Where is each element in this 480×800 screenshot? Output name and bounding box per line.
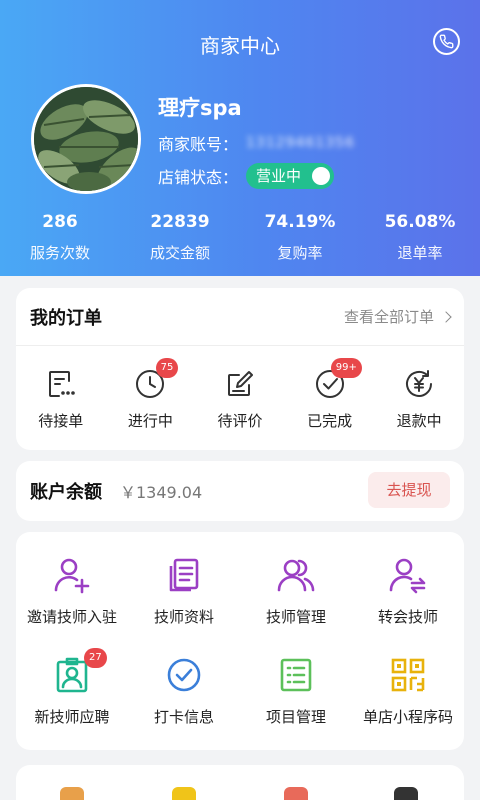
header: 商家中心 理疗spa 商家账号： 13129461356 店铺状态： 营业中 2…	[0, 0, 480, 276]
order-in-progress[interactable]: 75 进行中	[106, 358, 196, 431]
order-status-label: 退款中	[396, 412, 442, 430]
stat-label: 成交金额	[149, 244, 210, 262]
shop-icon[interactable]	[284, 787, 308, 800]
stat-label: 复购率	[277, 244, 323, 262]
avatar[interactable]	[31, 84, 141, 194]
tool-badge: 27	[84, 648, 107, 668]
tool-invite-technician[interactable]: 邀请技师入驻	[16, 556, 128, 656]
chevron-right-icon	[440, 310, 452, 323]
tools-grid: 邀请技师入驻 技师资料 技师管理 转会技师 27 新技师应聘 打卡信息 项目管理…	[16, 532, 464, 756]
tools-card: 邀请技师入驻 技师资料 技师管理 转会技师 27 新技师应聘 打卡信息 项目管理…	[16, 532, 464, 750]
toggle-knob	[312, 167, 331, 185]
coin-icon[interactable]	[172, 787, 196, 800]
withdraw-button[interactable]: 去提现	[368, 472, 450, 508]
balance-title: 账户余额	[30, 482, 102, 503]
user-add-icon	[54, 558, 90, 594]
pending-order-icon	[48, 371, 75, 397]
order-status-label: 进行中	[127, 412, 173, 430]
users-icon	[277, 559, 315, 592]
tool-store-miniprogram-code[interactable]: 单店小程序码	[352, 656, 464, 756]
order-pending-review[interactable]: 待评价	[195, 368, 285, 431]
order-badge: 99+	[330, 358, 362, 378]
tool-label: 技师管理	[265, 608, 326, 626]
order-status-label: 已完成	[307, 412, 353, 430]
stat-turnover[interactable]: 22839 成交金额	[120, 212, 240, 263]
order-status-label: 待评价	[217, 412, 263, 430]
store-status-value: 营业中	[256, 167, 302, 185]
stat-refund-rate[interactable]: 56.08% 退单率	[360, 212, 480, 263]
stat-repurchase-rate[interactable]: 74.19% 复购率	[240, 212, 360, 263]
stats-row: 286 服务次数 22839 成交金额 74.19% 复购率 56.08% 退单…	[0, 212, 480, 263]
tool-checkin-info[interactable]: 打卡信息	[128, 656, 240, 756]
order-completed[interactable]: 99+ 已完成	[285, 358, 375, 431]
orders-card: 我的订单 查看全部订单 待接单 75 进行中 待评价 99+ 已完成 退款中	[16, 288, 464, 450]
store-status-row: 店铺状态： 营业中	[158, 163, 335, 189]
tool-new-applicants[interactable]: 27 新技师应聘	[16, 648, 128, 756]
tool-label: 新技师应聘	[34, 708, 110, 726]
account-row: 商家账号： 13129461356	[158, 131, 355, 155]
order-refunding[interactable]: 退款中	[374, 368, 464, 431]
qrcode-icon	[391, 658, 425, 692]
stat-value: 74.19%	[264, 212, 336, 232]
list-icon	[280, 658, 312, 692]
tool-label: 转会技师	[377, 608, 438, 626]
page-title: 商家中心	[200, 34, 280, 58]
order-status-label: 待接单	[38, 412, 84, 430]
stat-value: 56.08%	[384, 212, 456, 232]
store-name: 理疗spa	[158, 96, 242, 120]
view-all-orders-label: 查看全部订单	[343, 308, 434, 326]
tool-label: 技师资料	[153, 608, 214, 626]
refund-yen-icon	[406, 370, 433, 397]
account-label: 商家账号：	[158, 135, 239, 154]
documents-icon	[169, 558, 199, 592]
stat-label: 服务次数	[29, 244, 90, 262]
tool-label: 项目管理	[265, 708, 326, 726]
orders-header: 我的订单 查看全部订单	[16, 288, 464, 346]
user-transfer-icon	[389, 558, 426, 594]
tool-label: 邀请技师入驻	[26, 608, 117, 626]
order-status-row: 待接单 75 进行中 待评价 99+ 已完成 退款中	[16, 346, 464, 431]
more-tools-card	[16, 765, 464, 800]
tool-label: 单店小程序码	[362, 708, 453, 726]
store-status-label: 店铺状态：	[158, 168, 239, 187]
edit-icon	[227, 371, 253, 396]
tool-label: 打卡信息	[153, 708, 214, 726]
stat-value: 22839	[150, 212, 210, 232]
store-status-toggle[interactable]: 营业中	[246, 163, 335, 189]
account-value: 13129461356	[246, 135, 355, 151]
orders-title: 我的订单	[30, 307, 102, 329]
phone-button[interactable]	[433, 28, 460, 55]
view-all-orders-link[interactable]: 查看全部订单	[343, 306, 452, 327]
phone-icon	[439, 34, 454, 49]
order-pending-accept[interactable]: 待接单	[16, 368, 106, 431]
balance-value: ￥1349.04	[120, 483, 203, 502]
stat-label: 退单率	[397, 244, 443, 262]
tool-transfer-technician[interactable]: 转会技师	[352, 556, 464, 656]
check-circle-icon	[167, 658, 201, 692]
tool-technician-profiles[interactable]: 技师资料	[128, 556, 240, 656]
order-badge: 75	[155, 358, 179, 378]
stat-value: 286	[42, 212, 78, 232]
balance-card: 账户余额 ￥1349.04 去提现	[16, 461, 464, 521]
tool-technician-management[interactable]: 技师管理	[240, 556, 352, 656]
plant-photo-icon	[34, 87, 138, 191]
location-icon[interactable]	[394, 787, 418, 800]
stat-service-count[interactable]: 286 服务次数	[0, 212, 120, 263]
house-icon[interactable]	[60, 787, 84, 800]
tool-project-management[interactable]: 项目管理	[240, 656, 352, 756]
